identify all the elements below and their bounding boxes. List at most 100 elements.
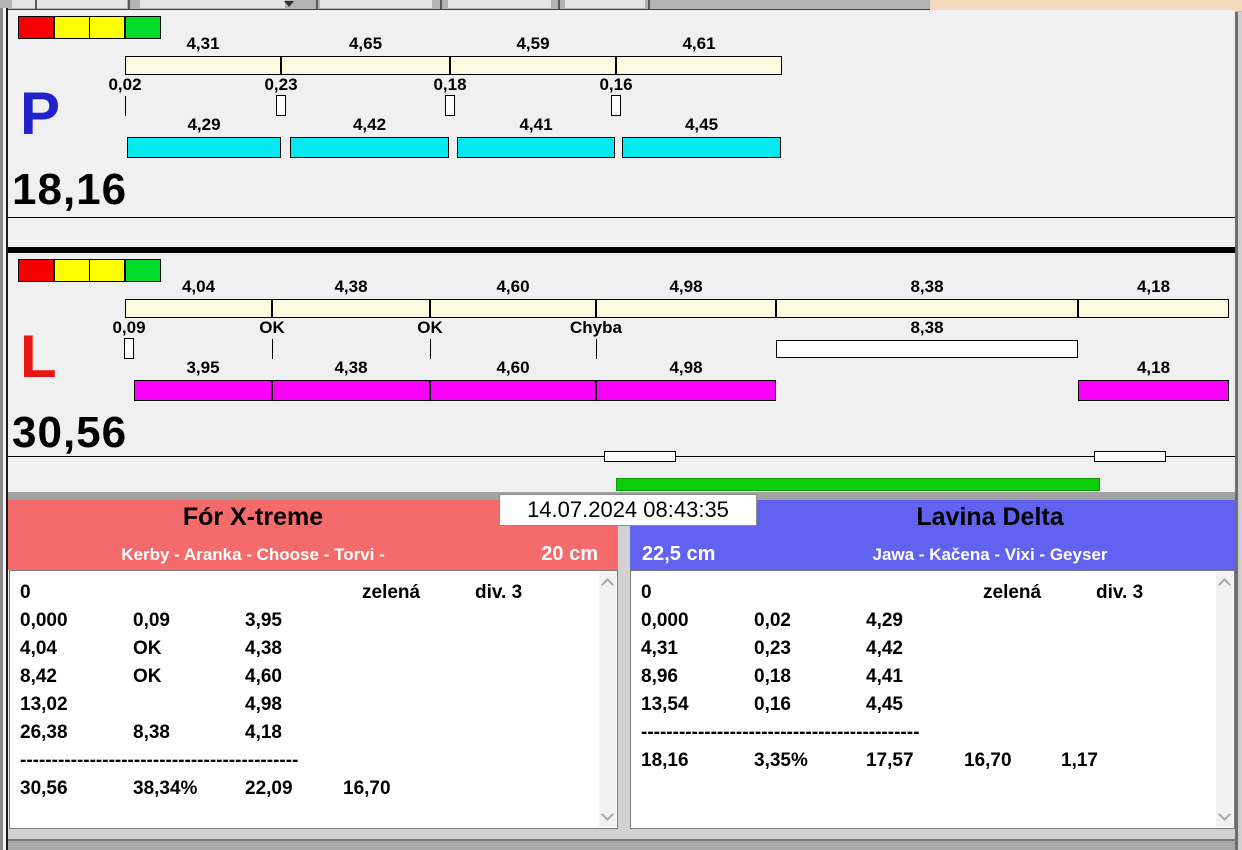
progress-bar [616, 478, 1100, 491]
scrollbar[interactable] [599, 572, 616, 827]
result-cell: 22,09 [245, 778, 293, 799]
split-time-label: 4,65 [348, 34, 383, 53]
split-time-label: 4,98 [669, 277, 703, 296]
change-box [611, 95, 621, 116]
team-name: Lavina Delta [916, 503, 1064, 531]
dog-time-label: 4,29 [187, 115, 221, 134]
scroll-down-icon[interactable] [601, 808, 614, 821]
scroll-down-icon[interactable] [1218, 808, 1231, 821]
result-cell: 4,41 [866, 666, 903, 687]
result-cell: 0 [20, 582, 31, 603]
toolbar-divider [128, 0, 130, 9]
team-dogs: Kerby - Aranka - Choose - Torvi - [121, 545, 385, 564]
lane-letter-p: P [20, 80, 61, 147]
change-time-label: 0,16 [599, 75, 633, 94]
dog-time-label: 4,60 [496, 358, 530, 377]
split-time-label: 4,38 [334, 277, 368, 296]
toolbar-segment [448, 0, 551, 8]
result-cell: OK [133, 638, 162, 659]
result-cell: 18,16 [641, 750, 689, 771]
result-cell: 0,02 [754, 610, 791, 631]
team-results-right[interactable]: 0 zelená div. 3 0,000 0,02 4,29 4,31 0,23 4,42 8,… [630, 570, 1235, 829]
result-cell: 0,09 [133, 610, 170, 631]
change-tick [430, 339, 431, 359]
result-cell: 16,70 [964, 750, 1012, 771]
dog-run-bar [457, 137, 615, 158]
dog-run-bar [127, 137, 281, 158]
team-panel-gap [618, 500, 630, 829]
split-bar-segment [450, 56, 616, 75]
toolbar-divider [316, 0, 318, 9]
result-cell: 3,35% [754, 750, 808, 771]
dog-run-bar [290, 137, 449, 158]
result-cell: 1,17 [1061, 750, 1098, 771]
split-time-label: 4,60 [496, 277, 530, 296]
result-cell: 16,70 [343, 778, 391, 799]
dog-time-label: 4,38 [334, 358, 368, 377]
lane-total-time-p: 18,16 [12, 165, 128, 214]
split-time-label: 4,59 [516, 34, 550, 53]
change-time-label: Chyba [570, 318, 622, 337]
result-cell: 8,38 [133, 722, 170, 743]
toolbar-segment [320, 0, 432, 8]
start-light-cell [89, 259, 125, 282]
result-cell: 26,38 [20, 722, 68, 743]
toolbar-divider [440, 0, 442, 9]
result-cell: 8,96 [641, 666, 678, 687]
split-bar-segment [430, 299, 596, 318]
change-box [276, 95, 286, 116]
split-bar-segment [125, 56, 281, 75]
scrollbar[interactable] [1216, 572, 1233, 827]
result-cell: 4,31 [641, 638, 678, 659]
bottom-strip-outer [0, 841, 1242, 850]
team-name: Fór X-treme [182, 503, 324, 531]
dog-time-label: 4,98 [669, 358, 703, 377]
result-cell: zelená [362, 582, 421, 603]
result-cell: 4,38 [245, 638, 282, 659]
split-bar-segment [616, 56, 782, 75]
result-cell: 4,29 [866, 610, 903, 631]
result-cell: OK [133, 666, 162, 687]
result-cell: 17,57 [866, 750, 914, 771]
lane-panel-l: L 30,56 4,04 4,38 4,60 4,98 8,38 4,18 0,09 OK OK… [0, 253, 1235, 457]
result-cell: 8,42 [20, 666, 57, 687]
datetime-display: 14.07.2024 08:43:35 [499, 494, 757, 526]
toolbar-divider [35, 0, 37, 9]
split-bar-segment [1078, 299, 1229, 318]
change-time-label: OK [417, 318, 443, 337]
result-cell: ----------------------------------------… [641, 722, 920, 743]
result-cell: 4,60 [245, 666, 282, 687]
split-bar-segment [281, 56, 450, 75]
result-cell: 4,04 [20, 638, 57, 659]
scroll-up-icon[interactable] [1218, 578, 1231, 591]
wait-bar [776, 340, 1078, 358]
result-cell: 4,98 [245, 694, 282, 715]
split-time-label: 8,38 [910, 277, 944, 296]
split-time-label: 4,31 [186, 34, 220, 53]
result-cell: 0,000 [641, 610, 689, 631]
change-time-label: OK [259, 318, 285, 337]
change-time-label: 0,09 [112, 318, 146, 337]
result-cell: 30,56 [20, 778, 68, 799]
result-cell: 0,000 [20, 610, 68, 631]
dog-time-label: 3,95 [186, 358, 220, 377]
bottom-strip [0, 829, 1242, 839]
lane-panel-p: P 18,16 4,31 4,65 4,59 4,61 0,02 0,23 0,18 0,16… [0, 10, 1235, 218]
result-cell: 3,95 [245, 610, 282, 631]
result-cell: 13,54 [641, 694, 689, 715]
dog-time-label: 4,18 [1136, 358, 1171, 377]
split-bar-segment [776, 299, 1078, 318]
change-time-label: 0,02 [108, 75, 142, 94]
background-toolbar-remnant [0, 0, 930, 9]
scroll-up-icon[interactable] [601, 578, 614, 591]
change-time-label: 0,23 [264, 75, 298, 94]
flyball-timing-screen: P 18,16 4,31 4,65 4,59 4,61 0,02 0,23 0,18 0,16… [0, 0, 1242, 850]
start-light-cell [18, 16, 54, 39]
toolbar-divider [648, 0, 650, 9]
result-cell: div. 3 [475, 582, 523, 603]
dog-run-bar [134, 380, 272, 401]
change-time-label: 0,18 [433, 75, 467, 94]
toolbar-segment [12, 0, 127, 8]
team-results-left[interactable]: 0 zelená div. 3 0,000 0,09 3,95 4,04 OK 4,38 8,42… [9, 570, 618, 829]
dog-run-bar [596, 380, 776, 401]
